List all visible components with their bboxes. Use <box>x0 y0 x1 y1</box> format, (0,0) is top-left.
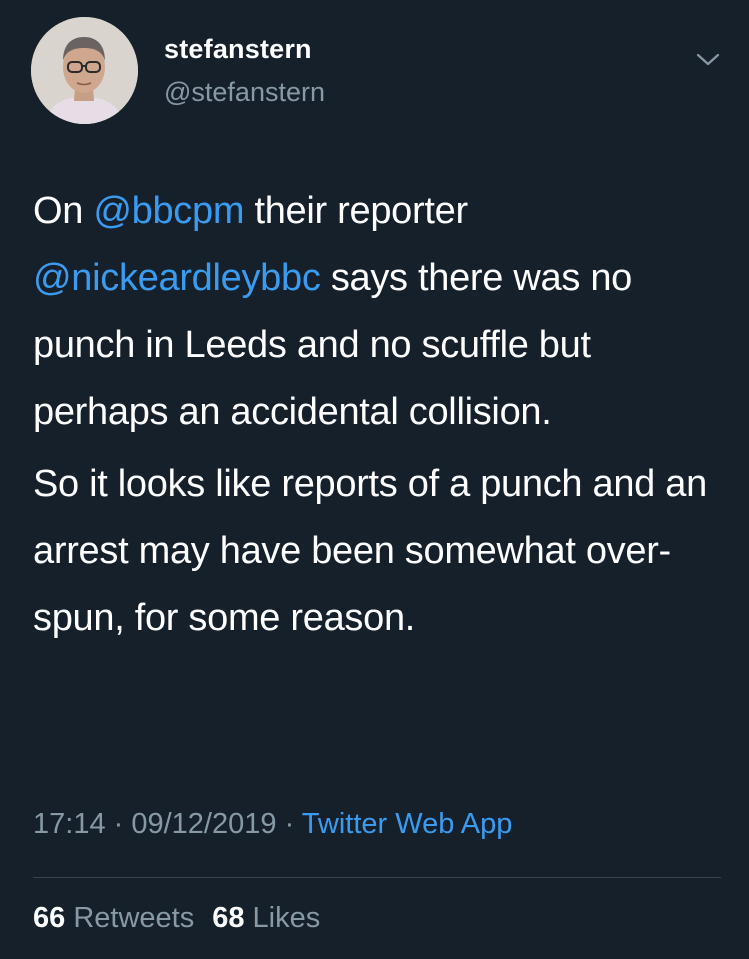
meta-separator: · <box>105 808 132 840</box>
avatar[interactable] <box>31 17 138 124</box>
tweet-meta: 17:14 · 09/12/2019 · Twitter Web App <box>33 808 512 841</box>
tweet-paragraph-1: On @bbcpm their reporter @nickeardleybbc… <box>33 178 733 446</box>
source-link[interactable]: Twitter Web App <box>302 808 513 840</box>
retweets-stat[interactable]: 66 Retweets <box>33 902 194 934</box>
tweet-text: On @bbcpm their reporter @nickeardleybbc… <box>33 178 733 652</box>
tweet-time[interactable]: 17:14 <box>33 808 106 840</box>
divider <box>33 877 721 878</box>
likes-label: Likes <box>252 902 321 934</box>
tweet-text-segment: On <box>33 190 94 232</box>
mention-link-nickeardleybbc[interactable]: @nickeardleybbc <box>33 257 321 299</box>
avatar-photo-icon <box>31 17 138 124</box>
likes-stat[interactable]: 68 Likes <box>212 902 320 934</box>
chevron-down-icon[interactable] <box>694 48 722 70</box>
tweet-stats: 66 Retweets 68 Likes <box>33 902 320 935</box>
retweets-count: 66 <box>33 902 66 934</box>
tweet-text-segment: their reporter <box>244 190 468 232</box>
likes-count: 68 <box>212 902 245 934</box>
user-handle[interactable]: @stefanstern <box>164 77 325 108</box>
tweet-date[interactable]: 09/12/2019 <box>131 808 276 840</box>
tweet-detail: stefanstern @stefanstern On @bbcpm their… <box>0 0 749 959</box>
meta-separator: · <box>276 808 302 840</box>
display-name[interactable]: stefanstern <box>164 34 312 65</box>
mention-link-bbcpm[interactable]: @bbcpm <box>93 190 244 232</box>
tweet-paragraph-2: So it looks like reports of a punch and … <box>33 463 707 639</box>
retweets-label: Retweets <box>73 902 195 934</box>
